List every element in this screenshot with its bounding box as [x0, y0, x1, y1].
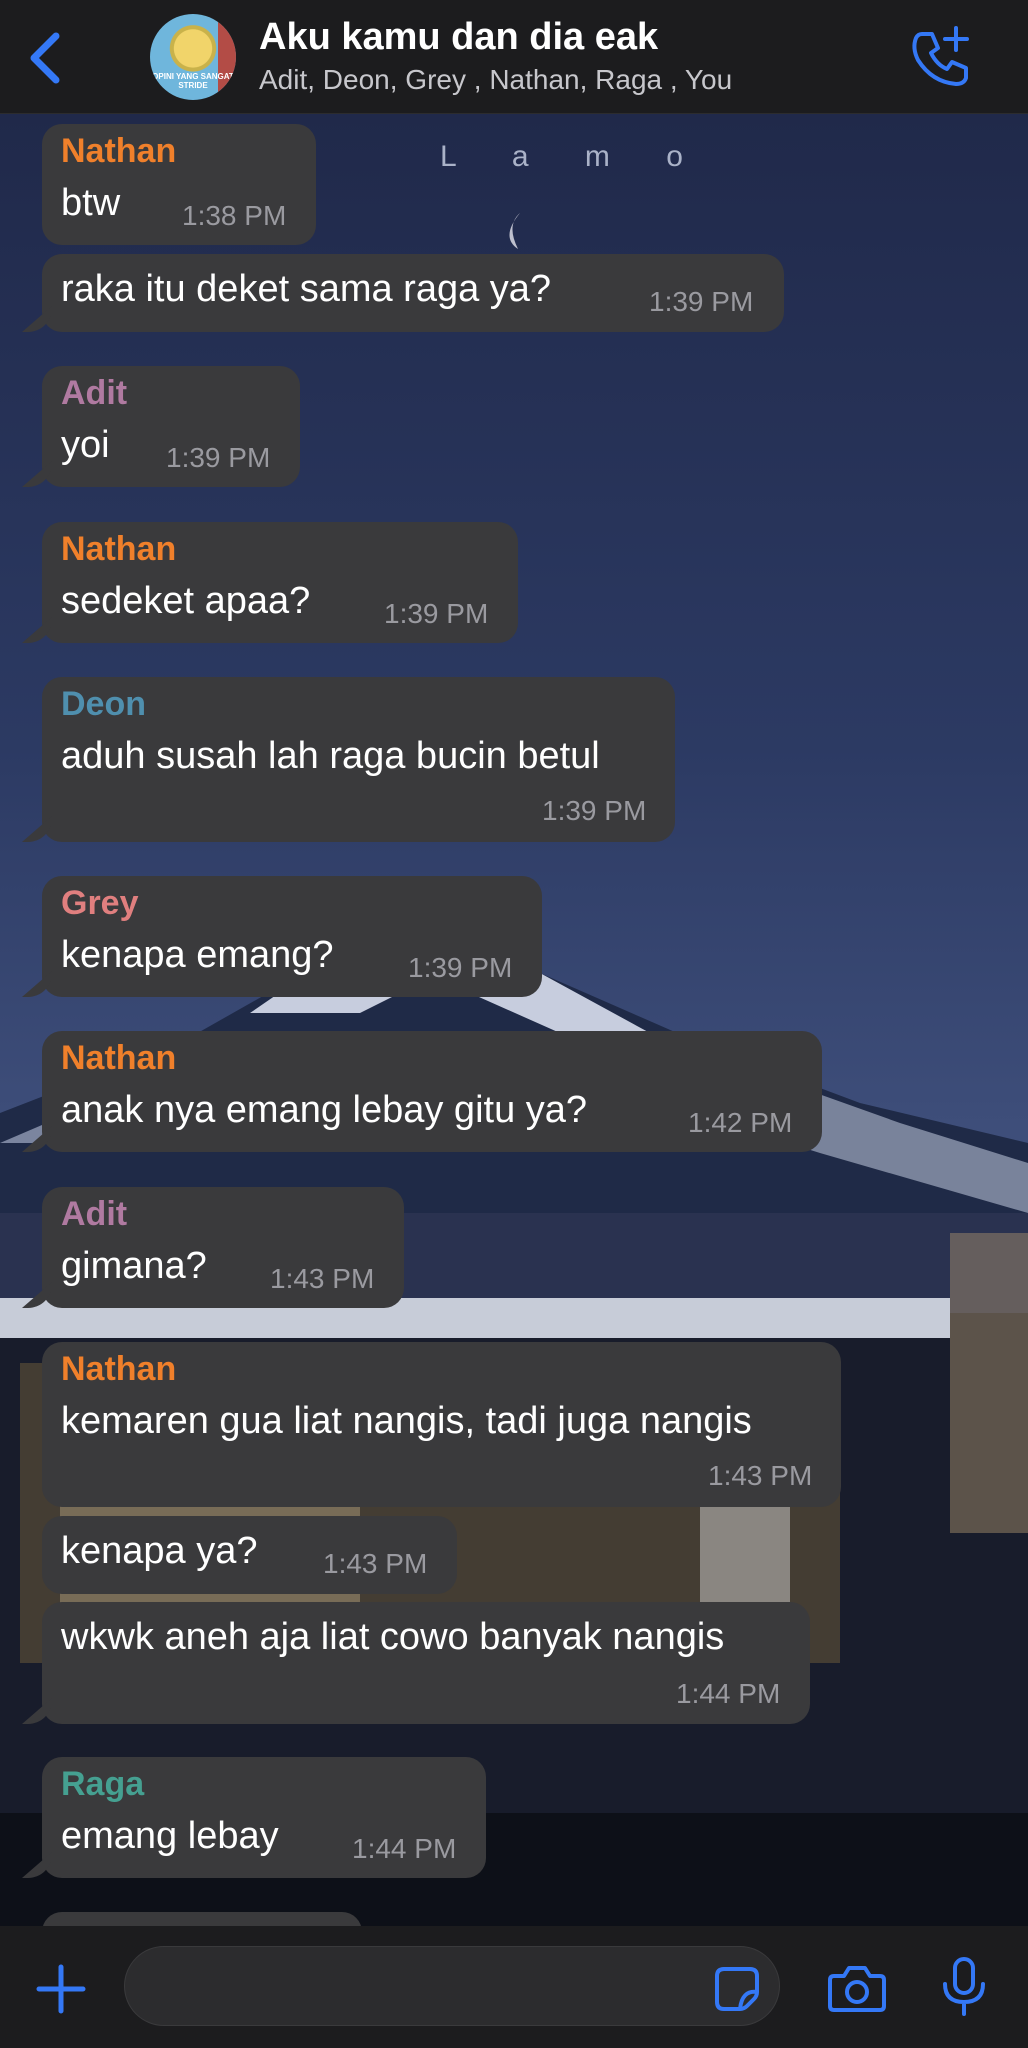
message-bubble[interactable]: Nathan btw 1:38 PM — [42, 124, 316, 245]
message-bubble[interactable]: Grey kenapa emang? 1:39 PM — [42, 876, 542, 997]
message-time: 1:42 PM — [688, 1107, 793, 1138]
message-bubble[interactable]: Raga emang lebay 1:44 PM — [42, 1757, 486, 1878]
message-bubble[interactable]: Nathan anak nya emang lebay gitu ya? 1:4… — [42, 1031, 822, 1152]
chat-header: OPINI YANG SANGAT STRIDE Aku kamu dan di… — [0, 0, 1028, 114]
message-time: 1:44 PM — [352, 1833, 457, 1864]
message-sender: Nathan — [61, 1039, 177, 1077]
message-bubble[interactable]: Adit gimana? 1:43 PM — [42, 1187, 404, 1308]
message-bubble[interactable]: Deon aduh susah lah raga bucin betul 1:3… — [42, 677, 675, 842]
message-time: 1:39 PM — [408, 952, 513, 983]
message-time: 1:39 PM — [384, 598, 489, 629]
message-bubble[interactable]: Nathan kemaren gua liat nangis, tadi jug… — [42, 1342, 841, 1507]
message-text: aduh susah lah raga bucin betul — [61, 735, 600, 777]
chat-title[interactable]: Aku kamu dan dia eak — [259, 16, 658, 59]
message-sender: Adit — [61, 374, 128, 412]
wallpaper-watermark: L a m o — [440, 140, 707, 173]
message-bubble[interactable]: kenapa ya? 1:43 PM — [42, 1516, 457, 1594]
message-time: 1:43 PM — [708, 1460, 813, 1491]
message-sender: Nathan — [61, 530, 177, 568]
message-text: wkwk aneh aja liat cowo banyak nangis — [61, 1616, 725, 1658]
plus-icon[interactable] — [36, 1964, 86, 2014]
message-sender: Nathan — [61, 132, 177, 170]
avatar-caption: OPINI YANG SANGAT STRIDE — [152, 72, 234, 90]
message-text: btw — [61, 182, 121, 224]
message-time: 1:39 PM — [542, 795, 647, 826]
message-sender: Grey — [61, 884, 139, 922]
message-text: anak nya emang lebay gitu ya? — [61, 1089, 588, 1131]
message-text: yoi — [61, 424, 110, 466]
message-text: raka itu deket sama raga ya? — [61, 268, 552, 310]
message-sender: Nathan — [61, 1350, 177, 1388]
message-time: 1:39 PM — [649, 286, 754, 317]
message-text: kemaren gua liat nangis, tadi juga nangi… — [61, 1400, 752, 1442]
message-time: 1:39 PM — [166, 442, 271, 473]
message-sender: Adit — [61, 1195, 128, 1233]
message-sender: Raga — [61, 1765, 145, 1803]
message-input[interactable] — [124, 1946, 780, 2026]
message-bubble[interactable]: Nathan sedeket apaa? 1:39 PM — [42, 522, 518, 643]
camera-icon[interactable] — [828, 1964, 886, 2014]
microphone-icon[interactable] — [940, 1956, 988, 2018]
message-bubble[interactable]: raka itu deket sama raga ya? 1:39 PM — [42, 254, 784, 332]
sticker-icon[interactable] — [714, 1966, 760, 2012]
message-time: 1:43 PM — [270, 1263, 375, 1294]
message-text: gimana? — [61, 1245, 207, 1287]
message-text: sedeket apaa? — [61, 580, 311, 622]
message-text: kenapa emang? — [61, 934, 334, 976]
chat-members[interactable]: Adit, Deon, Grey , Nathan, Raga , You — [259, 64, 732, 96]
message-time: 1:43 PM — [323, 1548, 428, 1579]
chevron-left-icon[interactable] — [26, 30, 66, 86]
message-bubble[interactable]: wkwk aneh aja liat cowo banyak nangis 1:… — [42, 1602, 810, 1724]
group-avatar[interactable]: OPINI YANG SANGAT STRIDE — [150, 14, 236, 100]
message-time: 1:44 PM — [676, 1678, 781, 1709]
composer-bar — [0, 1926, 1028, 2048]
message-bubble[interactable]: Adit yoi 1:39 PM — [42, 366, 300, 487]
message-time: 1:38 PM — [182, 200, 287, 231]
message-text: emang lebay — [61, 1815, 279, 1857]
message-text: kenapa ya? — [61, 1530, 258, 1572]
phone-add-icon[interactable] — [908, 24, 974, 90]
message-sender: Deon — [61, 685, 146, 723]
